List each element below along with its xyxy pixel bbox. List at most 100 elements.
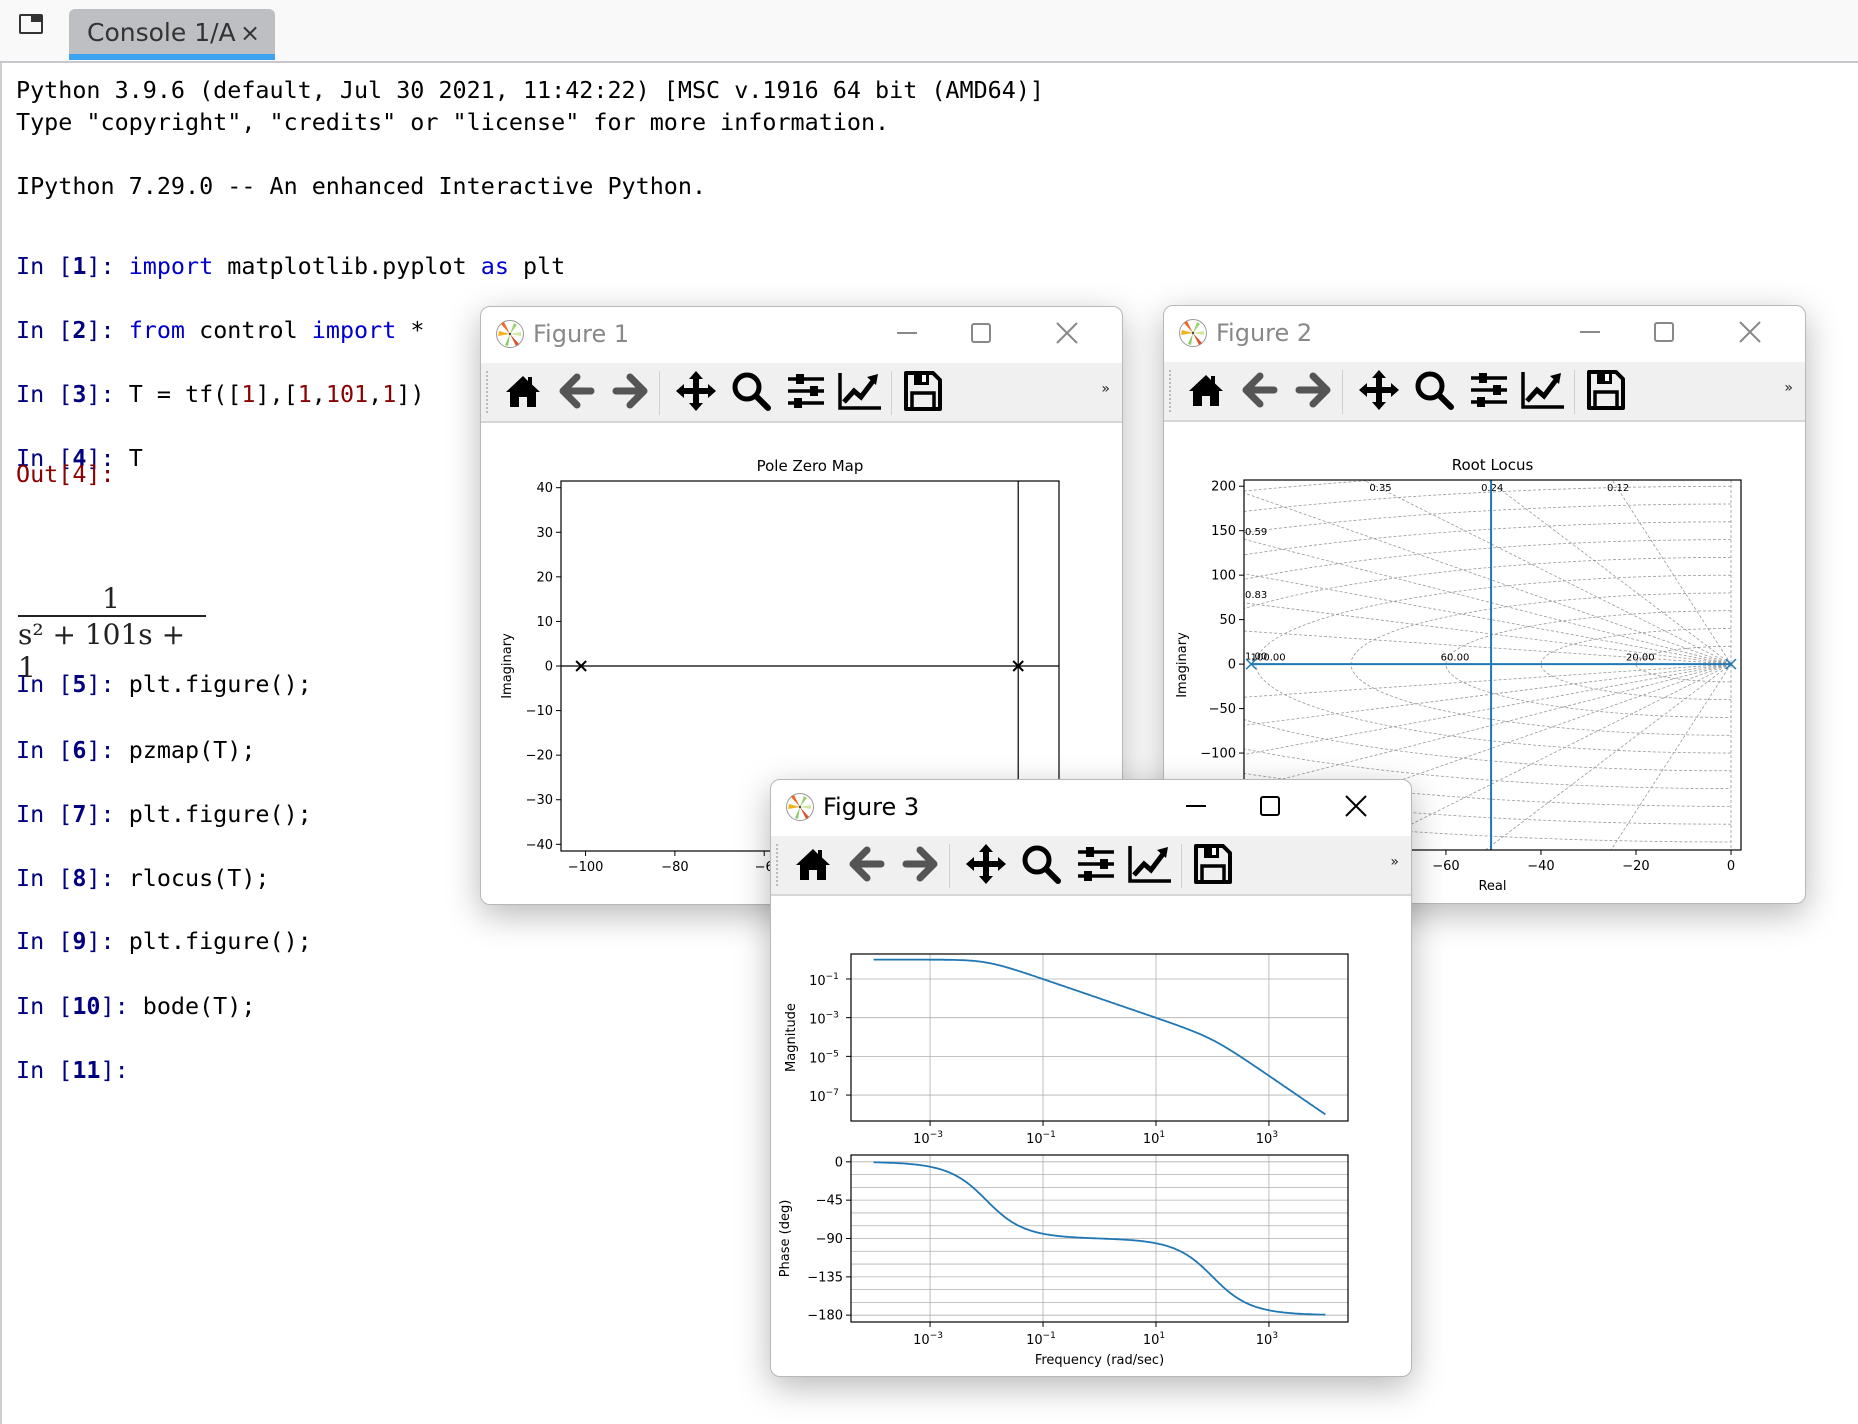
x-tick-label: 103: [1256, 1130, 1278, 1147]
code-keyword: import: [311, 316, 397, 344]
y-tick-label: 50: [1219, 613, 1236, 628]
code-number: 1: [297, 380, 312, 408]
y-tick-label: −20: [526, 749, 553, 764]
in-prompt: In [1]:: [16, 252, 129, 280]
damping-label: 0.24: [1481, 483, 1503, 494]
damping-label: 0.59: [1245, 527, 1267, 538]
code-text: bode(T);: [142, 992, 256, 1020]
tab-active-indicator: [69, 54, 275, 60]
input-cell-7: In [7]: plt.figure();: [16, 798, 312, 830]
input-cell-6: In [6]: pzmap(T);: [16, 734, 255, 766]
wn-label: 20.00: [1626, 652, 1655, 663]
y-tick-label: 30: [536, 526, 553, 541]
y-tick-label: −180: [807, 1309, 843, 1324]
console-tab-bar: Console 1/A ×: [0, 0, 1858, 63]
wn-label: 60.00: [1441, 652, 1470, 663]
chart-title: Root Locus: [1452, 456, 1534, 474]
tf-denominator: s² + 101s + 1: [18, 618, 186, 684]
y-tick-label: 10−1: [809, 972, 839, 989]
y-tick-label: −30: [526, 793, 553, 808]
y-axis-label: Phase (deg): [778, 1200, 793, 1278]
x-tick-label: −20: [1622, 859, 1649, 874]
code-text: pzmap(T);: [128, 736, 256, 764]
tf-numerator: 1: [102, 582, 120, 615]
input-cell-10: In [10]: bode(T);: [16, 990, 255, 1022]
code-text: *: [396, 316, 425, 344]
close-icon[interactable]: ×: [240, 19, 260, 47]
in-prompt: In [6]:: [16, 736, 129, 764]
chart-title: Pole Zero Map: [757, 457, 864, 475]
x-tick-label: −40: [1527, 859, 1554, 874]
code-text: ]): [396, 380, 425, 408]
in-prompt: In [8]:: [16, 864, 129, 892]
x-axis-label: Real: [1478, 879, 1506, 894]
y-tick-label: −40: [526, 838, 553, 853]
code-keyword: as: [480, 252, 509, 280]
y-axis-label: Imaginary: [1175, 632, 1190, 698]
window-icon[interactable]: [19, 14, 43, 34]
damping-label: 0.12: [1607, 483, 1629, 494]
input-cell-8: In [8]: rlocus(T);: [16, 862, 270, 894]
x-tick-label: −60: [1432, 859, 1459, 874]
tf-fraction-bar: [18, 615, 206, 617]
code-text: plt: [508, 252, 566, 280]
y-tick-label: 10: [536, 615, 553, 630]
x-tick-label: 10−3: [913, 1331, 943, 1348]
in-prompt: In [9]:: [16, 927, 129, 955]
code-text: ],[: [255, 380, 298, 408]
x-tick-label: −80: [661, 860, 688, 875]
y-tick-label: 100: [1211, 569, 1236, 584]
code-text: matplotlib.pyplot: [213, 252, 481, 280]
x-tick-label: −100: [568, 860, 604, 875]
damping-label: 0.83: [1245, 590, 1267, 601]
x-tick-label: 10−1: [1026, 1331, 1056, 1348]
y-tick-label: 200: [1211, 480, 1236, 495]
x-tick-label: 103: [1256, 1331, 1278, 1348]
figure-3-window[interactable]: Figure 3» 10−3 10−1 101 103 10−1 10−3 10−5 10−7 M…: [770, 779, 1412, 1377]
code-text: rlocus(T);: [128, 864, 270, 892]
y-tick-label: −10: [526, 704, 553, 719]
x-tick-label: 0: [1727, 859, 1735, 874]
y-tick-label: −45: [816, 1194, 843, 1209]
code-number: 1: [241, 380, 256, 408]
y-axis-label: Imaginary: [500, 633, 515, 699]
in-prompt: In [2]:: [16, 316, 129, 344]
y-tick-label: 0: [835, 1155, 843, 1170]
input-cell-9: In [9]: plt.figure();: [16, 925, 312, 957]
y-tick-label: 40: [536, 481, 553, 496]
code-keyword: import: [128, 252, 214, 280]
banner-python: Python 3.9.6 (default, Jul 30 2021, 11:4…: [16, 76, 1045, 104]
x-axis-label: Frequency (rad/sec): [1035, 1353, 1164, 1368]
y-axis-label: Magnitude: [784, 1003, 799, 1072]
code-text: T = tf([: [128, 380, 242, 408]
damping-label: 0.35: [1369, 483, 1391, 494]
wn-label: 100.00: [1251, 652, 1286, 663]
banner-ipython: IPython 7.29.0 -- An enhanced Interactiv…: [16, 172, 707, 200]
code-text: plt.figure();: [128, 800, 312, 828]
code-text: ,: [368, 380, 383, 408]
input-cell-1: In [1]: import matplotlib.pyplot as plt: [16, 250, 565, 282]
code-number: 1: [382, 380, 397, 408]
y-tick-label: 10−7: [809, 1088, 839, 1105]
input-cell-2: In [2]: from control import *: [16, 314, 424, 346]
y-tick-label: 20: [536, 570, 553, 585]
y-tick-label: −135: [807, 1270, 843, 1285]
tab-label: Console 1/A: [87, 18, 236, 47]
banner-type: Type "copyright", "credits" or "license"…: [16, 108, 890, 136]
tab-console-1a[interactable]: Console 1/A ×: [69, 9, 275, 60]
y-tick-label: −50: [1209, 702, 1236, 717]
y-tick-label: −90: [816, 1232, 843, 1247]
in-prompt: In [10]:: [16, 992, 143, 1020]
code-text: T: [128, 444, 143, 472]
code-text: ,: [311, 380, 326, 408]
code-text: control: [185, 316, 312, 344]
x-tick-label: 101: [1143, 1331, 1165, 1348]
out-prompt: Out[4]:: [16, 460, 115, 488]
y-tick-label: 10−5: [809, 1049, 839, 1066]
x-tick-label: 101: [1143, 1130, 1165, 1147]
y-tick-label: 150: [1211, 524, 1236, 539]
input-cell-11[interactable]: In [11]:: [16, 1054, 143, 1086]
bode-plot-chart[interactable]: 10−3 10−1 101 103 10−1 10−3 10−5 10−7 Magnitude 1…: [771, 780, 1410, 1375]
y-tick-label: 0: [1228, 658, 1236, 673]
y-tick-label: 10−3: [809, 1011, 839, 1028]
